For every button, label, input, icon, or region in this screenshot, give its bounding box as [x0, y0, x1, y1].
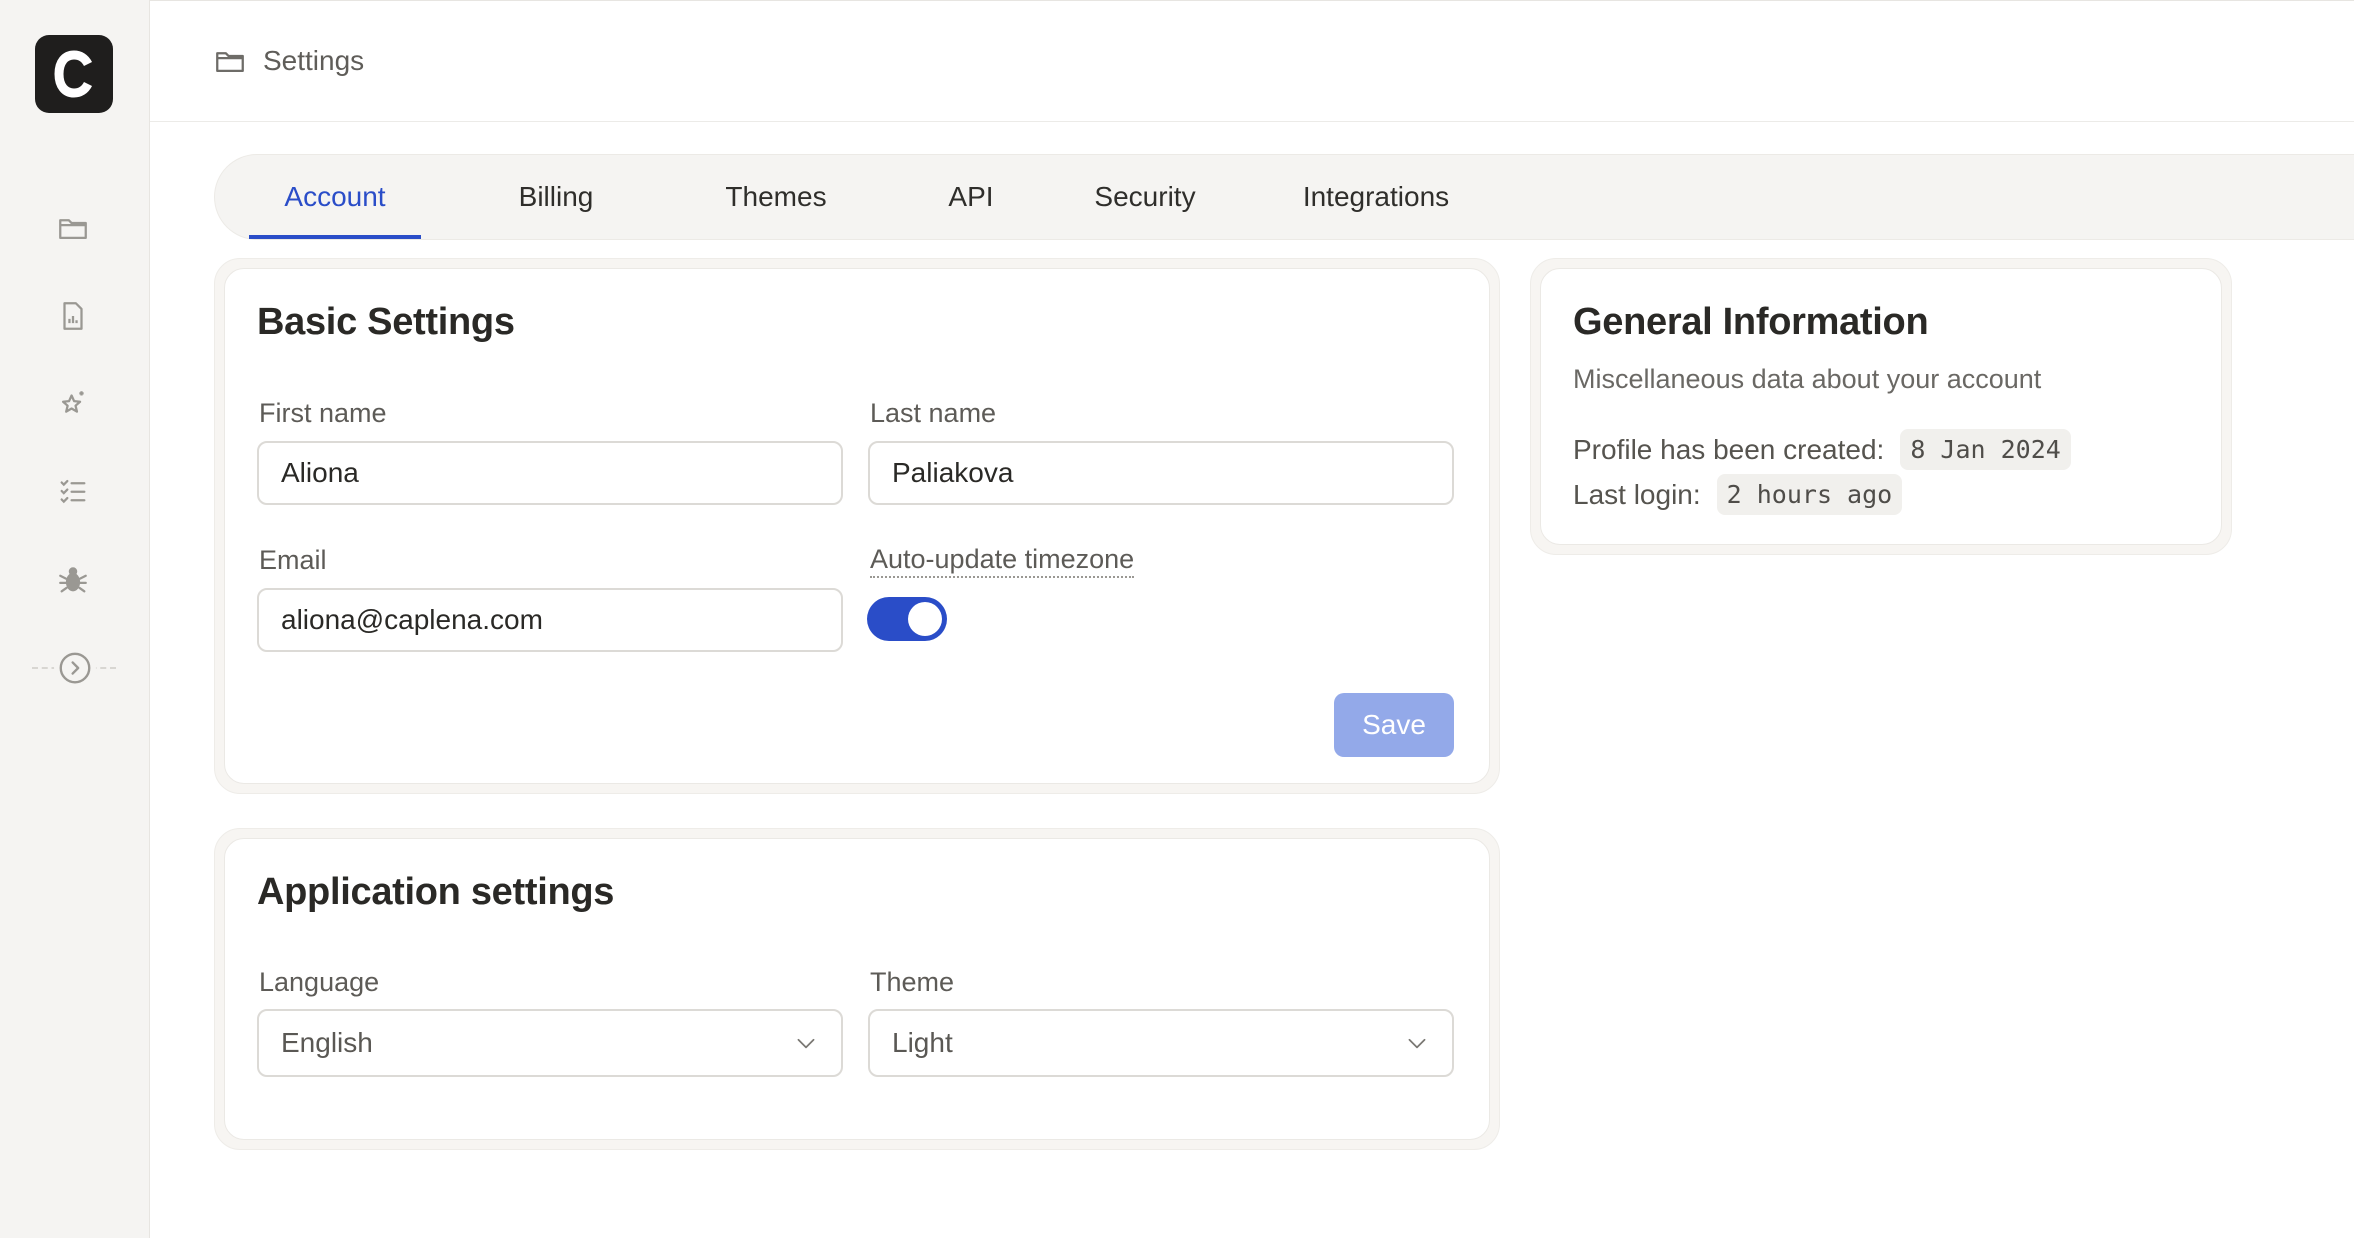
last-name-label: Last name [870, 398, 997, 428]
last-name-field[interactable]: Paliakova [868, 441, 1454, 505]
last-login-value: 2 hours ago [1716, 474, 1903, 515]
logo[interactable] [35, 35, 113, 113]
last-login-row: Last login: 2 hours ago [1573, 474, 1903, 515]
application-settings-card: Application settings Language English Th… [214, 828, 1500, 1150]
profile-created-row: Profile has been created: 8 Jan 2024 [1573, 429, 2071, 470]
auto-update-timezone-toggle[interactable] [867, 597, 947, 641]
first-name-label: First name [259, 398, 387, 428]
email-label: Email [259, 545, 327, 575]
checklist-icon[interactable] [52, 470, 94, 512]
language-value: English [281, 1027, 373, 1058]
tab-integrations[interactable]: Integrations [1262, 155, 1490, 239]
page-header: Settings [150, 1, 2354, 122]
tab-account[interactable]: Account [249, 155, 421, 239]
toggle-knob [908, 602, 942, 636]
tab-api[interactable]: API [916, 155, 1026, 239]
save-button[interactable]: Save [1334, 693, 1454, 757]
language-select[interactable]: English [257, 1009, 843, 1077]
general-information-title: General Information [1573, 301, 1929, 343]
logo-c-icon [54, 50, 93, 98]
chevron-down-icon [797, 1038, 815, 1049]
folder-icon[interactable] [52, 207, 94, 249]
chevron-right-circle-icon[interactable] [54, 647, 96, 689]
sidebar [0, 0, 150, 1238]
theme-select[interactable]: Light [868, 1009, 1454, 1077]
general-information-subtitle: Miscellaneous data about your account [1573, 364, 2042, 394]
basic-settings-title: Basic Settings [257, 301, 515, 343]
auto-update-timezone-label[interactable]: Auto-update timezone [870, 544, 1135, 578]
tab-billing[interactable]: Billing [481, 155, 631, 239]
folder-icon [216, 52, 244, 73]
theme-value: Light [892, 1027, 953, 1058]
language-label: Language [259, 967, 380, 997]
profile-created-value: 8 Jan 2024 [1900, 429, 2071, 470]
email-field[interactable]: aliona@caplena.com [257, 588, 843, 652]
general-information-card: General Information Miscellaneous data a… [1530, 258, 2232, 555]
chevron-down-icon [1408, 1038, 1426, 1049]
tab-security[interactable]: Security [1067, 155, 1223, 239]
application-settings-title: Application settings [257, 871, 615, 913]
first-name-field[interactable]: Aliona [257, 441, 843, 505]
tab-themes[interactable]: Themes [699, 155, 853, 239]
basic-settings-card: Basic Settings First name Aliona Last na… [214, 258, 1500, 794]
last-login-label: Last login: [1573, 478, 1701, 510]
sparkle-star-icon[interactable] [52, 383, 94, 425]
main-area: Settings Account Billing Themes API Secu… [150, 0, 2354, 1238]
settings-tabs: Account Billing Themes API Security Inte… [214, 154, 2354, 240]
profile-created-label: Profile has been created: [1573, 433, 1885, 465]
bug-icon[interactable] [52, 559, 94, 601]
page-title: Settings [263, 45, 365, 76]
report-icon[interactable] [52, 295, 94, 337]
theme-label: Theme [870, 967, 955, 997]
